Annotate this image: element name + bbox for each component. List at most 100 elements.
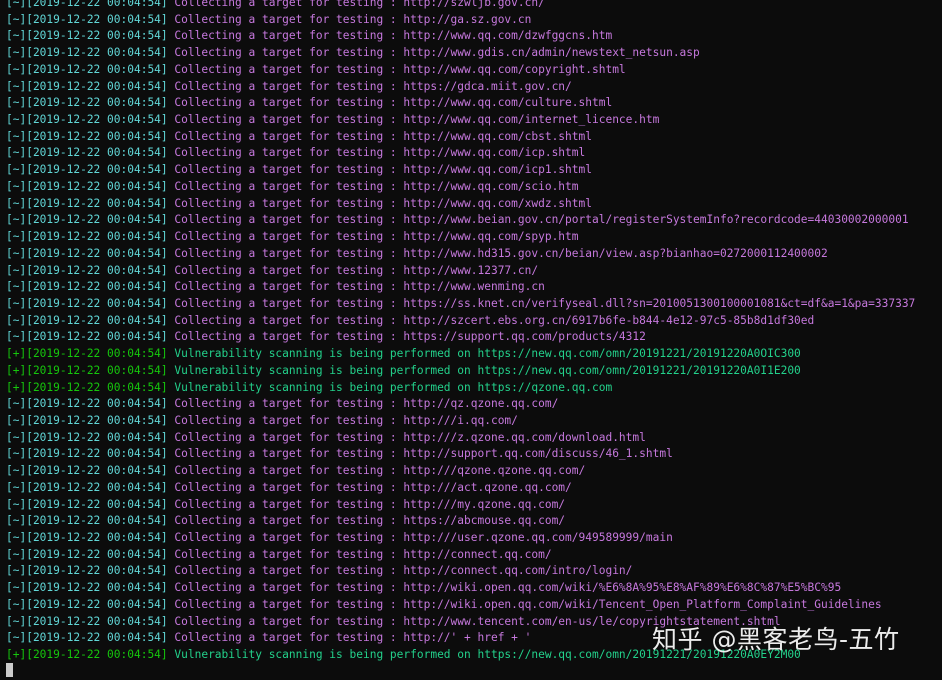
log-prefix: [~][2019-12-22 00:04:54] xyxy=(6,12,168,26)
log-line-collect: [~][2019-12-22 00:04:54] Collecting a ta… xyxy=(6,279,940,296)
log-message: Collecting a target for testing : http:/… xyxy=(167,46,700,60)
log-line-collect: [~][2019-12-22 00:04:54] Collecting a ta… xyxy=(6,580,940,597)
log-prefix: [~][2019-12-22 00:04:54] xyxy=(6,430,168,444)
log-message: Collecting a target for testing : http:/… xyxy=(167,430,646,444)
log-line-collect: [~][2019-12-22 00:04:54] Collecting a ta… xyxy=(6,179,940,196)
log-line-collect: [~][2019-12-22 00:04:54] Collecting a ta… xyxy=(6,162,940,179)
log-line-collect: [~][2019-12-22 00:04:54] Collecting a ta… xyxy=(6,530,940,547)
log-line-collect: [~][2019-12-22 00:04:54] Collecting a ta… xyxy=(6,463,940,480)
log-prefix: [~][2019-12-22 00:04:54] xyxy=(6,480,168,494)
log-prefix: [+][2019-12-22 00:04:54] xyxy=(6,363,168,377)
log-prefix: [~][2019-12-22 00:04:54] xyxy=(6,313,168,327)
log-line-collect: [~][2019-12-22 00:04:54] Collecting a ta… xyxy=(6,563,940,580)
log-message: Collecting a target for testing : http:/… xyxy=(167,62,626,76)
log-prefix: [~][2019-12-22 00:04:54] xyxy=(6,196,168,210)
log-line-collect: [~][2019-12-22 00:04:54] Collecting a ta… xyxy=(6,145,940,162)
log-message: Vulnerability scanning is being performe… xyxy=(167,363,801,377)
log-message: Collecting a target for testing : http:/… xyxy=(167,146,586,160)
terminal-cursor xyxy=(6,663,13,677)
log-line-collect: [~][2019-12-22 00:04:54] Collecting a ta… xyxy=(6,112,940,129)
log-message: Collecting a target for testing : http:/… xyxy=(167,263,539,277)
log-message: Collecting a target for testing : http:/… xyxy=(167,213,909,227)
log-line-collect: [~][2019-12-22 00:04:54] Collecting a ta… xyxy=(6,263,940,280)
log-message: Vulnerability scanning is being performe… xyxy=(167,380,613,394)
log-prefix: [~][2019-12-22 00:04:54] xyxy=(6,296,168,310)
log-line-collect: [~][2019-12-22 00:04:54] Collecting a ta… xyxy=(6,229,940,246)
log-prefix: [~][2019-12-22 00:04:54] xyxy=(6,113,168,127)
log-message: Collecting a target for testing : http:/… xyxy=(167,597,882,611)
log-prefix: [~][2019-12-22 00:04:54] xyxy=(6,547,168,561)
log-message: Collecting a target for testing : http:/… xyxy=(167,414,518,427)
log-prefix: [~][2019-12-22 00:04:54] xyxy=(6,631,168,645)
log-message: Collecting a target for testing : http:/… xyxy=(167,280,545,294)
log-message: Collecting a target for testing : http:/… xyxy=(167,179,579,193)
log-line-vuln: [+][2019-12-22 00:04:54] Vulnerability s… xyxy=(6,363,940,380)
log-message: Collecting a target for testing : http:/… xyxy=(167,196,592,210)
log-message: Collecting a target for testing : https:… xyxy=(167,79,572,93)
log-prefix: [~][2019-12-22 00:04:54] xyxy=(6,0,168,9)
log-line-collect: [~][2019-12-22 00:04:54] Collecting a ta… xyxy=(6,329,940,346)
log-line-collect: [~][2019-12-22 00:04:54] Collecting a ta… xyxy=(6,396,940,413)
log-prefix: [~][2019-12-22 00:04:54] xyxy=(6,263,168,277)
log-prefix: [~][2019-12-22 00:04:54] xyxy=(6,447,168,461)
log-prefix: [~][2019-12-22 00:04:54] xyxy=(6,46,168,60)
log-prefix: [~][2019-12-22 00:04:54] xyxy=(6,531,168,545)
log-message: Collecting a target for testing : http:/… xyxy=(167,480,572,494)
log-line-collect: [~][2019-12-22 00:04:54] Collecting a ta… xyxy=(6,547,940,564)
log-prefix: [~][2019-12-22 00:04:54] xyxy=(6,280,168,294)
log-prefix: [~][2019-12-22 00:04:54] xyxy=(6,179,168,193)
log-line-collect: [~][2019-12-22 00:04:54] Collecting a ta… xyxy=(6,12,940,29)
log-line-collect: [~][2019-12-22 00:04:54] Collecting a ta… xyxy=(6,79,940,96)
log-message: Collecting a target for testing : http:/… xyxy=(167,313,815,327)
log-line-collect: [~][2019-12-22 00:04:54] Collecting a ta… xyxy=(6,129,940,146)
log-message: Collecting a target for testing : http:/… xyxy=(167,581,842,595)
log-prefix: [+][2019-12-22 00:04:54] xyxy=(6,347,168,361)
log-prefix: [~][2019-12-22 00:04:54] xyxy=(6,614,168,628)
log-line-collect: [~][2019-12-22 00:04:54] Collecting a ta… xyxy=(6,513,940,530)
log-line-collect: [~][2019-12-22 00:04:54] Collecting a ta… xyxy=(6,196,940,213)
log-message: Collecting a target for testing : http:/… xyxy=(167,547,552,561)
log-line-collect: [~][2019-12-22 00:04:54] Collecting a ta… xyxy=(6,313,940,330)
log-line-collect: [~][2019-12-22 00:04:54] Collecting a ta… xyxy=(6,28,940,45)
log-message: Collecting a target for testing : http:/… xyxy=(167,531,673,545)
log-prefix: [~][2019-12-22 00:04:54] xyxy=(6,163,168,177)
log-message: Collecting a target for testing : http:/… xyxy=(167,0,545,9)
log-message: Collecting a target for testing : http:/… xyxy=(167,397,559,411)
log-line-collect: [~][2019-12-22 00:04:54] Collecting a ta… xyxy=(6,296,940,313)
log-line-collect: [~][2019-12-22 00:04:54] Collecting a ta… xyxy=(6,497,940,514)
terminal-output[interactable]: [~][2019-12-22 00:04:54] Collecting a ta… xyxy=(0,0,942,680)
log-prefix: [~][2019-12-22 00:04:54] xyxy=(6,96,168,110)
log-prefix: [~][2019-12-22 00:04:54] xyxy=(6,597,168,611)
log-prefix: [~][2019-12-22 00:04:54] xyxy=(6,414,168,427)
log-message: Collecting a target for testing : http:/… xyxy=(167,113,660,127)
watermark: 知乎 @黑客老鸟-五竹 xyxy=(652,625,900,654)
log-line-collect: [~][2019-12-22 00:04:54] Collecting a ta… xyxy=(6,212,940,229)
log-message: Collecting a target for testing : http:/… xyxy=(167,497,566,511)
log-prefix: [+][2019-12-22 00:04:54] xyxy=(6,648,168,662)
log-message: Collecting a target for testing : http:/… xyxy=(167,464,586,478)
log-line-vuln: [+][2019-12-22 00:04:54] Vulnerability s… xyxy=(6,346,940,363)
log-message: Collecting a target for testing : http:/… xyxy=(167,129,592,143)
log-line-collect: [~][2019-12-22 00:04:54] Collecting a ta… xyxy=(6,597,940,614)
log-prefix: [~][2019-12-22 00:04:54] xyxy=(6,146,168,160)
log-message: Collecting a target for testing : http:/… xyxy=(167,29,613,43)
log-line-collect: [~][2019-12-22 00:04:54] Collecting a ta… xyxy=(6,45,940,62)
log-prefix: [~][2019-12-22 00:04:54] xyxy=(6,129,168,143)
log-prefix: [~][2019-12-22 00:04:54] xyxy=(6,330,168,344)
log-prefix: [~][2019-12-22 00:04:54] xyxy=(6,514,168,528)
log-line-collect: [~][2019-12-22 00:04:54] Collecting a ta… xyxy=(6,480,940,497)
log-line-collect: [~][2019-12-22 00:04:54] Collecting a ta… xyxy=(6,62,940,79)
log-line-vuln: [+][2019-12-22 00:04:54] Vulnerability s… xyxy=(6,380,940,397)
log-prefix: [~][2019-12-22 00:04:54] xyxy=(6,497,168,511)
log-message: Collecting a target for testing : http:/… xyxy=(167,564,633,578)
log-message: Collecting a target for testing : https:… xyxy=(167,330,646,344)
log-message: Collecting a target for testing : http:/… xyxy=(167,163,592,177)
log-line-collect: [~][2019-12-22 00:04:54] Collecting a ta… xyxy=(6,413,940,430)
log-prefix: [~][2019-12-22 00:04:54] xyxy=(6,62,168,76)
log-message: Collecting a target for testing : http:/… xyxy=(167,246,828,260)
log-message: Collecting a target for testing : https:… xyxy=(167,514,566,528)
log-line-collect: [~][2019-12-22 00:04:54] Collecting a ta… xyxy=(6,446,940,463)
log-message: Collecting a target for testing : https:… xyxy=(167,296,916,310)
log-message: Collecting a target for testing : http:/… xyxy=(167,12,532,26)
log-prefix: [~][2019-12-22 00:04:54] xyxy=(6,464,168,478)
